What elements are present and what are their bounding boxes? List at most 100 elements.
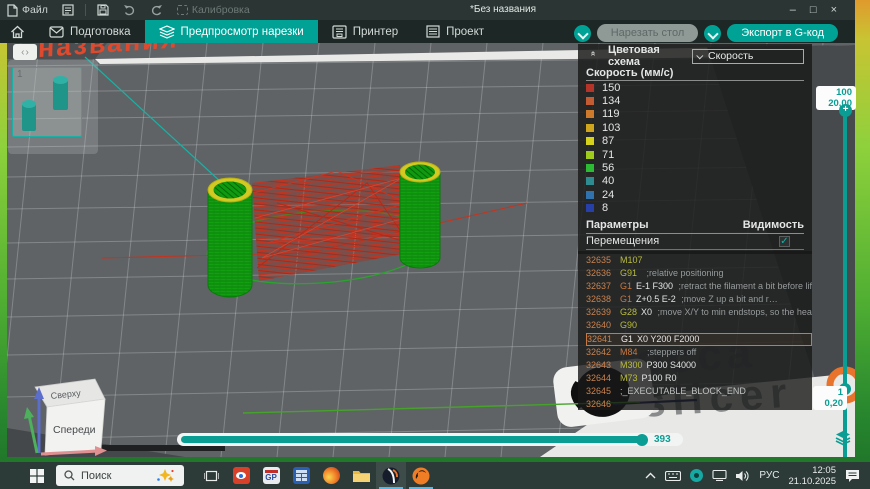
taskbar-app-firefox[interactable] [316, 462, 346, 489]
legend-toggle-button[interactable] [835, 430, 851, 451]
gcode-command: M84 [620, 347, 638, 357]
redo-button[interactable] [143, 0, 170, 20]
legend-row[interactable]: 24 [586, 188, 804, 201]
task-view-button[interactable] [196, 462, 226, 489]
calibration-button[interactable]: Калибровка [170, 0, 257, 20]
keyboard-icon[interactable] [665, 471, 681, 481]
horizontal-slider-handle[interactable] [636, 434, 648, 446]
search-icon [64, 470, 75, 481]
collapse-left-panel-button[interactable]: ‹› [13, 44, 37, 60]
layers-icon [835, 430, 851, 446]
menu-file[interactable]: Файл [0, 0, 55, 20]
gcode-command: G28 [620, 307, 637, 317]
plate-thumbnail-panel[interactable]: 1 [8, 60, 98, 154]
start-button[interactable] [22, 462, 52, 489]
tray-app-icon[interactable] [690, 469, 703, 482]
notification-center-icon[interactable] [845, 469, 860, 482]
view-cube-front-label: Спереди [53, 424, 96, 436]
legend-row[interactable]: 134 [586, 94, 804, 107]
legend-swatch [586, 151, 594, 159]
gcode-line[interactable]: 32635M107 [586, 254, 812, 267]
minimize-button[interactable]: – [790, 4, 796, 16]
search-box[interactable]: Поиск [56, 465, 184, 486]
horizontal-move-slider[interactable]: 393 [177, 433, 683, 446]
gcode-line-number: 32645 [586, 385, 620, 398]
color-scheme-select[interactable]: Скорость [692, 49, 804, 64]
tab-project[interactable]: Проект [412, 20, 498, 43]
taskbar-clock[interactable]: 12:05 21.10.2025 [788, 465, 836, 487]
plate-number: 1 [17, 69, 23, 80]
legend-row[interactable]: 150 [586, 81, 804, 94]
legend-swatch [586, 97, 594, 105]
task-view-icon [204, 469, 219, 483]
legend-swatch [586, 164, 594, 172]
gcode-line[interactable]: 32640G90 [586, 319, 812, 332]
home-button[interactable] [0, 20, 35, 43]
fast-travel-web [252, 165, 409, 281]
gcode-line[interactable]: 32637G1E-1 F300 ;retract the filament a … [586, 280, 812, 293]
view-cube[interactable]: Сверху Спереди [24, 379, 107, 456]
project-icon [426, 25, 440, 38]
taskbar-app-vnc[interactable] [226, 462, 256, 489]
legend-value: 71 [602, 149, 614, 161]
gcode-line[interactable]: 32642M84 ;steppers off [586, 346, 812, 359]
gcode-command: M300 [620, 360, 643, 370]
tab-printer[interactable]: Принтер [318, 20, 412, 43]
gcode-line[interactable]: 32645;_EXECUTABLE_BLOCK_END [586, 385, 812, 398]
redo-icon [150, 4, 163, 16]
gcode-line[interactable]: 32636G91 ;relative positioning [586, 267, 812, 280]
gcode-line-current[interactable]: 32641G1X0 Y200 F2000 [586, 333, 812, 346]
gcode-viewer[interactable]: 32635M107 32636G91 ;relative positioning… [578, 251, 812, 410]
slice-options-chevron[interactable] [574, 25, 591, 42]
taskbar-app-explorer[interactable] [346, 462, 376, 489]
legend-title: Скорость (мм/с) [586, 65, 804, 81]
tab-preview[interactable]: Предпросмотр нарезки [145, 20, 318, 43]
volume-icon[interactable] [736, 470, 750, 482]
legend-swatch [586, 204, 594, 212]
language-indicator[interactable]: РУС [759, 470, 779, 481]
legend-row[interactable]: 119 [586, 108, 804, 121]
gcode-line[interactable]: 32639G28X0 ;move X/Y to min endstops, so… [586, 306, 812, 319]
gcode-args: Z+0.5 E-2 [636, 294, 676, 304]
gcode-line[interactable]: 32643M300P300 S4000 [586, 359, 812, 372]
legend-row[interactable]: 87 [586, 135, 804, 148]
network-icon[interactable] [712, 470, 727, 481]
thumb-cylinder [53, 80, 68, 110]
tray-expand-chevron-icon[interactable] [645, 472, 656, 479]
gcode-line[interactable]: 32644M73P100 R0 [586, 372, 812, 385]
travel-moves-checkbox[interactable]: ✓ [779, 236, 790, 247]
legend-row[interactable]: 103 [586, 121, 804, 134]
undo-icon [123, 4, 136, 16]
maximize-button[interactable]: □ [810, 4, 817, 16]
gcode-line-number: 32638 [586, 293, 620, 306]
tab-preview-label: Предпросмотр нарезки [181, 26, 304, 38]
taskbar-app-slicer[interactable] [376, 462, 406, 489]
menu-divider [85, 4, 86, 16]
export-options-chevron[interactable] [704, 25, 721, 42]
close-button[interactable]: × [831, 4, 837, 16]
tab-prepare[interactable]: Подготовка [35, 20, 145, 43]
layer-slider-top-handle[interactable]: + [839, 104, 852, 117]
legend-row[interactable]: 8 [586, 202, 804, 215]
save-button[interactable] [90, 0, 116, 20]
gcode-line[interactable]: 32638G1Z+0.5 E-2 ;move Z up a bit and r… [586, 293, 812, 306]
bottom-layer-height: 0,20 [817, 398, 843, 409]
taskbar-app-gp[interactable]: GP [256, 462, 286, 489]
legend-value: 150 [602, 82, 620, 94]
notes-button[interactable] [55, 0, 81, 20]
gcode-line-number: 32642 [586, 346, 620, 359]
legend-row[interactable]: 56 [586, 161, 804, 174]
legend-row[interactable]: 71 [586, 148, 804, 161]
undo-button[interactable] [116, 0, 143, 20]
slice-button[interactable]: Нарезать стол [597, 24, 699, 42]
gcode-line[interactable]: 32646 [586, 398, 812, 410]
travel-move-line [85, 57, 235, 195]
collapse-panel-button[interactable]: ⌃⌃ [586, 53, 600, 60]
taskbar-app-orange[interactable] [406, 462, 436, 489]
calibration-icon [177, 5, 188, 15]
taskbar-app-calc[interactable] [286, 462, 316, 489]
export-gcode-button[interactable]: Экспорт в G-код [727, 24, 838, 42]
plate-thumbnail[interactable]: 1 [12, 67, 82, 137]
travel-moves-row[interactable]: Перемещения ✓ [586, 234, 804, 250]
legend-row[interactable]: 40 [586, 175, 804, 188]
